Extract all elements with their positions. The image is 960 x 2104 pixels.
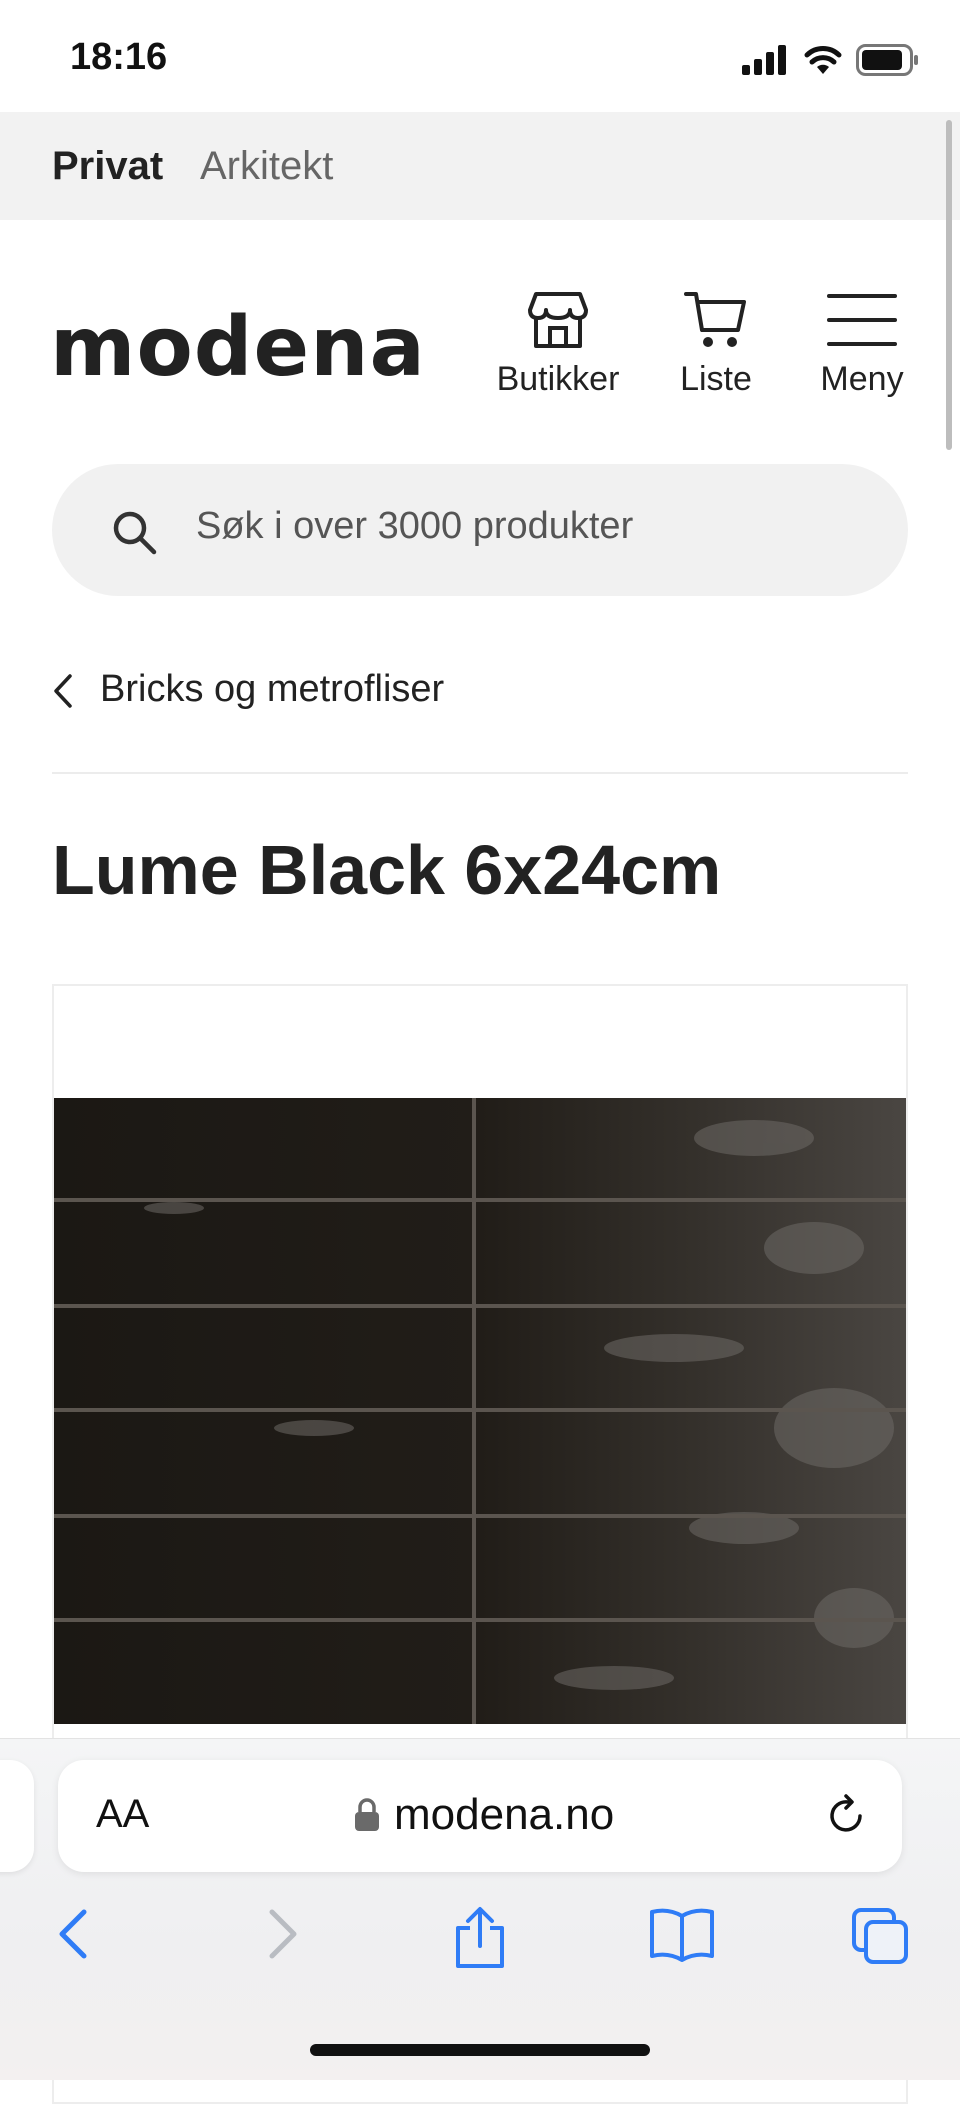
- tab-arkitekt[interactable]: Arkitekt: [200, 144, 333, 189]
- tab-privat[interactable]: Privat: [52, 144, 163, 189]
- home-indicator[interactable]: [310, 2044, 650, 2056]
- menu-label: Meny: [820, 360, 904, 398]
- signal-icon: [742, 45, 786, 75]
- search-icon: [113, 511, 157, 555]
- stores-button[interactable]: Butikker: [488, 288, 628, 399]
- modena-logo[interactable]: modena: [50, 300, 426, 395]
- product-title: Lume Black 6x24cm: [52, 831, 722, 909]
- store-icon: [528, 292, 588, 348]
- reload-icon[interactable]: [824, 1794, 868, 1838]
- share-icon[interactable]: [452, 1906, 508, 1970]
- product-image[interactable]: [54, 1098, 906, 1724]
- divider: [52, 772, 908, 774]
- status-time: 18:16: [70, 36, 168, 78]
- hamburger-menu-icon: [827, 294, 897, 346]
- audience-tabs: Privat Arkitekt: [0, 112, 960, 220]
- wifi-icon: [804, 46, 842, 74]
- text-size-label: AA: [96, 1792, 150, 1836]
- tabs-icon[interactable]: [850, 1906, 910, 1966]
- breadcrumb-back-link[interactable]: Bricks og metrofliser: [100, 668, 444, 711]
- battery-icon: [856, 44, 918, 76]
- lock-icon: [355, 1798, 379, 1831]
- page-scrollbar[interactable]: [946, 120, 952, 450]
- status-icons: [742, 40, 920, 80]
- list-button[interactable]: Liste: [664, 288, 768, 399]
- text-size-button[interactable]: AA: [96, 1792, 149, 1837]
- list-label: Liste: [680, 360, 752, 398]
- previous-tab-preview[interactable]: [0, 1760, 34, 1872]
- cart-icon: [684, 292, 746, 347]
- back-icon[interactable]: [54, 1906, 94, 1962]
- url-text[interactable]: modena.no: [394, 1790, 614, 1840]
- bookmarks-icon[interactable]: [648, 1906, 716, 1962]
- chevron-left-icon[interactable]: [52, 672, 76, 710]
- search-placeholder: Søk i over 3000 produkter: [196, 505, 634, 547]
- forward-icon[interactable]: [262, 1906, 302, 1962]
- menu-button[interactable]: Meny: [812, 288, 912, 399]
- stores-label: Butikker: [496, 360, 620, 398]
